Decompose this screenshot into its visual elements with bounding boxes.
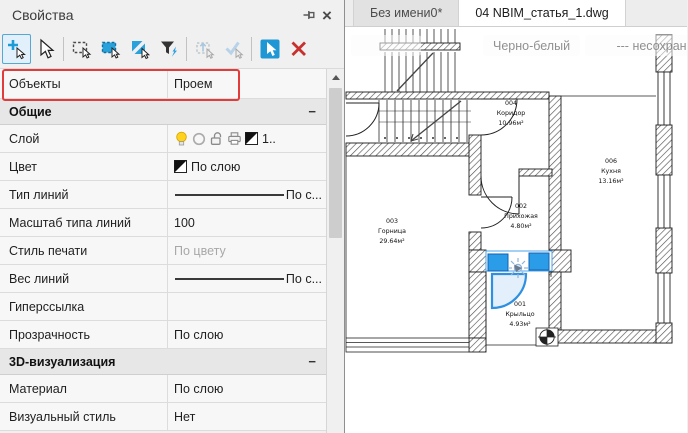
scrollbar-up-arrow[interactable] xyxy=(327,69,344,86)
transparency-value[interactable]: По слою xyxy=(174,328,223,342)
window-right-wall xyxy=(658,72,670,323)
document-tab-bar: Без имени0* 04 NBIM_статья_1.dwg xyxy=(345,0,687,27)
room-label-002: 002Прихожая4.80м² xyxy=(504,203,538,230)
property-row-transparency[interactable]: Прозрачность По слою xyxy=(0,321,326,349)
selected-opening[interactable] xyxy=(486,251,552,308)
property-row-hyperlink[interactable]: Гиперссылка xyxy=(0,293,326,321)
property-row-lineweight[interactable]: Вес линий По с... xyxy=(0,265,326,293)
property-row-linetype[interactable]: Тип линий По с... xyxy=(0,181,326,209)
named-view-button[interactable]: --- несохране xyxy=(585,35,687,56)
property-row-linetype-scale[interactable]: Масштаб типа линий 100 xyxy=(0,209,326,237)
toolbar-separator xyxy=(63,37,64,61)
selection-toolbar xyxy=(0,30,344,68)
pin-icon[interactable] xyxy=(300,6,318,24)
scrollbar-thumb[interactable] xyxy=(329,88,342,238)
layer-freeze-icon[interactable] xyxy=(192,132,206,146)
drawing-area: Без имени0* 04 NBIM_статья_1.dwg Черно-б… xyxy=(345,0,687,433)
room-label-003: 003Горница29.64м² xyxy=(378,218,406,245)
properties-title-bar: Свойства × xyxy=(0,0,344,30)
select-cursor-button[interactable] xyxy=(31,34,60,64)
grip-left[interactable] xyxy=(488,254,508,271)
floor-plan-drawing[interactable]: 003Горница29.64м² 004Коридор10.96м² 002П… xyxy=(345,27,687,433)
crossing-select-button[interactable] xyxy=(96,34,125,64)
apply-selection-button[interactable] xyxy=(219,34,248,64)
color-swatch xyxy=(174,160,187,173)
objects-value: Проем xyxy=(174,77,212,91)
property-row-plot-style[interactable]: Стиль печати По цвету xyxy=(0,237,326,265)
panel-scrollbar[interactable] xyxy=(326,69,344,433)
tab-active-document[interactable]: 04 NBIM_статья_1.dwg xyxy=(459,0,625,26)
toolbar-separator xyxy=(251,37,252,61)
layer-value[interactable]: 1.. xyxy=(262,132,276,146)
property-row-visual-style[interactable]: Визуальный стиль Нет xyxy=(0,403,326,431)
room-label-004: 004Коридор10.96м² xyxy=(497,100,526,127)
panel-title: Свойства xyxy=(12,7,300,23)
tab-unnamed-document[interactable]: Без имени0* xyxy=(353,0,459,26)
linetype-value[interactable]: По с... xyxy=(286,188,322,202)
layer-plot-icon[interactable] xyxy=(227,131,242,146)
add-to-selection-button[interactable] xyxy=(2,34,31,64)
property-row-color[interactable]: Цвет По слою xyxy=(0,153,326,181)
layer-color-swatch[interactable] xyxy=(245,132,258,145)
application-window: Свойства × xyxy=(0,0,688,433)
close-icon[interactable]: × xyxy=(318,6,336,24)
level-marker-symbol xyxy=(536,328,558,346)
visual-style-value[interactable]: Нет xyxy=(174,410,195,424)
plot-style-value: По цвету xyxy=(174,244,226,258)
section-3d-visualization[interactable]: 3D-визуализация − xyxy=(0,349,326,375)
model-canvas[interactable]: Черно-белый --- несохране xyxy=(345,27,687,433)
doors xyxy=(346,99,519,228)
room-label-006: 006Кухня13.16м² xyxy=(598,158,624,185)
property-row-material[interactable]: Материал По слою xyxy=(0,375,326,403)
collapse-icon[interactable]: − xyxy=(308,104,316,119)
window-bottom-band xyxy=(346,338,469,352)
sun-direction-grip[interactable] xyxy=(508,258,528,278)
toolbar-separator xyxy=(186,37,187,61)
property-grid: Объекты Проем Общие − Слой 1.. xyxy=(0,68,344,433)
quick-filter-button[interactable] xyxy=(154,34,183,64)
lineweight-value[interactable]: По с... xyxy=(286,272,322,286)
clear-selection-button[interactable] xyxy=(284,34,313,64)
collapse-icon[interactable]: − xyxy=(308,354,316,369)
property-row-layer[interactable]: Слой 1.. xyxy=(0,125,326,153)
properties-panel: Свойства × xyxy=(0,0,345,433)
layer-on-bulb-icon[interactable] xyxy=(174,131,189,147)
layer-unlock-icon[interactable] xyxy=(209,131,224,146)
select-previous-button[interactable] xyxy=(190,34,219,64)
highlight-selection-button[interactable] xyxy=(255,34,284,64)
linetype-scale-value[interactable]: 100 xyxy=(174,216,195,230)
linetype-sample xyxy=(175,194,284,196)
display-mode-button[interactable]: Черно-белый xyxy=(483,35,580,56)
invert-selection-button[interactable] xyxy=(125,34,154,64)
view-control-button[interactable] xyxy=(351,35,421,56)
material-value[interactable]: По слою xyxy=(174,382,223,396)
color-value[interactable]: По слою xyxy=(191,160,240,174)
grip-right[interactable] xyxy=(529,253,549,270)
window-select-button[interactable] xyxy=(67,34,96,64)
section-general[interactable]: Общие − xyxy=(0,99,326,125)
room-label-001: 001Крыльцо4.93м² xyxy=(505,301,534,328)
lineweight-sample xyxy=(175,278,284,280)
property-row-objects[interactable]: Объекты Проем xyxy=(0,69,326,99)
